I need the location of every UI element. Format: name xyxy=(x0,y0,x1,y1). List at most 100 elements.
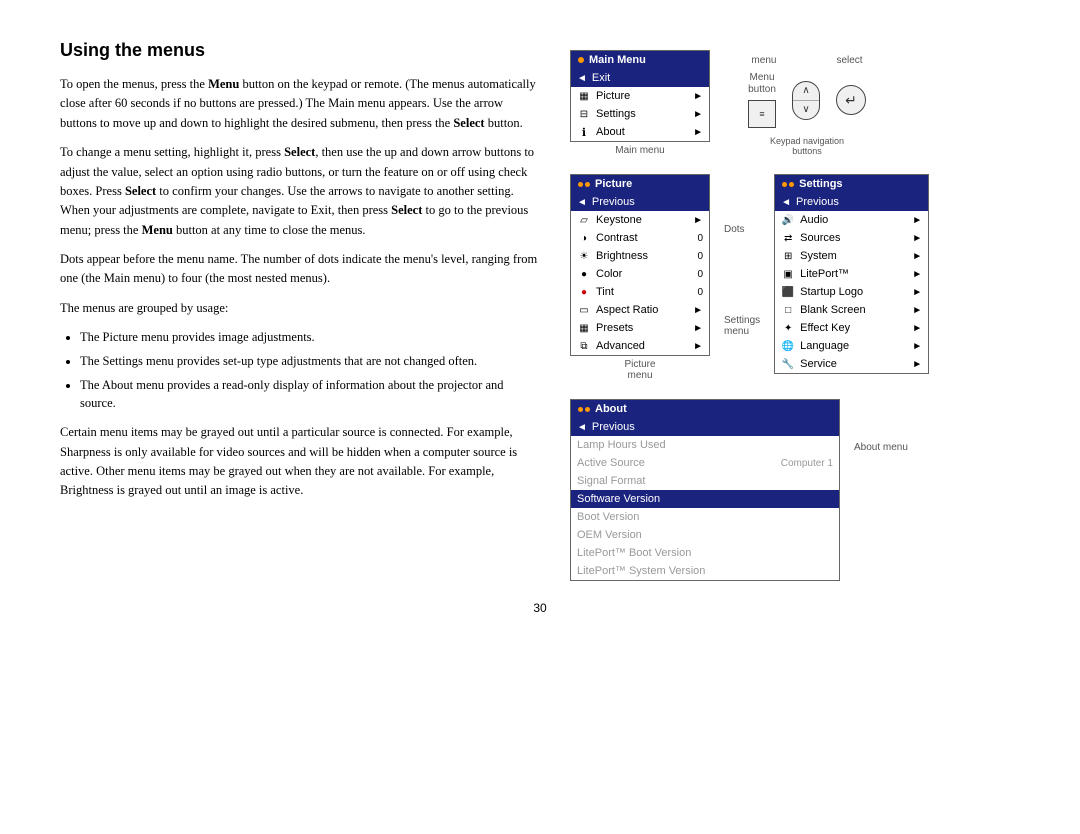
paragraph-4: The menus are grouped by usage: xyxy=(60,299,540,318)
settings-blank[interactable]: □ Blank Screen ► xyxy=(775,301,928,319)
picture-tint[interactable]: ● Tint 0 xyxy=(571,283,709,301)
nav-labels-row: menu select xyxy=(751,55,862,66)
paragraph-2: To change a menu setting, highlight it, … xyxy=(60,143,540,240)
aspect-icon: ▭ xyxy=(577,303,591,317)
menu-item-about[interactable]: ℹ About ► xyxy=(571,123,709,141)
menu-item-exit[interactable]: ◄ Exit xyxy=(571,69,709,87)
settings-dots xyxy=(782,182,794,187)
picture-presets[interactable]: ▦ Presets ► xyxy=(571,319,709,337)
about-software-version[interactable]: Software Version xyxy=(571,490,839,508)
settings-icon: ⊟ xyxy=(577,107,591,121)
settings-prev[interactable]: ◄ Previous xyxy=(775,193,928,211)
liteport-icon: ▣ xyxy=(781,267,795,281)
nav-controls: menu select Menubutton ≡ ∧ ∨ ↵ xyxy=(748,55,866,156)
about-source: Active Source Computer 1 xyxy=(571,454,839,472)
blank-arrow: ► xyxy=(912,305,922,316)
dot-indicator xyxy=(578,57,584,63)
about-liteport-system: LitePort™ System Version xyxy=(571,562,839,580)
settings-startup[interactable]: ⬛ Startup Logo ► xyxy=(775,283,928,301)
about-liteport-boot: LitePort™ Boot Version xyxy=(571,544,839,562)
menu-button[interactable]: ≡ xyxy=(748,100,776,128)
settings-menu-title: Settings xyxy=(799,178,842,190)
select-button[interactable]: ↵ xyxy=(836,85,866,115)
about-prev[interactable]: ◄ Previous xyxy=(571,418,839,436)
settings-menu-label: Settings menu xyxy=(724,315,760,337)
info-icon: ℹ xyxy=(577,125,591,139)
menu-item-picture[interactable]: ▦ Picture ► xyxy=(571,87,709,105)
startup-icon: ⬛ xyxy=(781,285,795,299)
color-icon: ● xyxy=(577,267,591,281)
nav-buttons-row: Menubutton ≡ ∧ ∨ ↵ xyxy=(748,72,866,128)
settings-language[interactable]: 🌐 Language ► xyxy=(775,337,928,355)
list-item-picture: The Picture menu provides image adjustme… xyxy=(80,328,540,347)
picture-menu-box: Picture ◄ Previous ▱ Keystone ► ◑ Contra… xyxy=(570,174,710,356)
about-prev-arrow: ◄ xyxy=(577,422,587,433)
settings-label: Settings xyxy=(596,108,636,120)
dot-1 xyxy=(578,57,584,63)
page-title: Using the menus xyxy=(60,40,540,61)
settings-system[interactable]: ⊞ System ► xyxy=(775,247,928,265)
about-caption-area: About menu xyxy=(854,399,908,453)
settings-audio[interactable]: 🔊 Audio ► xyxy=(775,211,928,229)
about-oem: OEM Version xyxy=(571,526,839,544)
about-signal: Signal Format xyxy=(571,472,839,490)
previous-label: Previous xyxy=(592,196,635,208)
up-button[interactable]: ∧ xyxy=(793,82,819,100)
language-arrow: ► xyxy=(912,341,922,352)
exit-label: Exit xyxy=(592,72,610,84)
keypad-caption: Keypad navigationbuttons xyxy=(770,136,844,156)
effect-icon: ✦ xyxy=(781,321,795,335)
prev-arrow-icon: ◄ xyxy=(577,197,587,208)
main-menu-group: Main Menu ◄ Exit ▦ Picture ► xyxy=(570,50,710,156)
about-label: About xyxy=(596,126,625,138)
usage-list: The Picture menu provides image adjustme… xyxy=(80,328,540,413)
audio-arrow: ► xyxy=(912,215,922,226)
paragraph-5: Certain menu items may be grayed out unt… xyxy=(60,423,540,501)
settings-effect[interactable]: ✦ Effect Key ► xyxy=(775,319,928,337)
arrow-left-icon: ◄ xyxy=(577,73,587,84)
picture-contrast[interactable]: ◑ Contrast 0 xyxy=(571,229,709,247)
picture-icon: ▦ xyxy=(577,89,591,103)
settings-sources[interactable]: ⇄ Sources ► xyxy=(775,229,928,247)
picture-advanced[interactable]: ⧉ Advanced ► xyxy=(571,337,709,355)
settings-liteport[interactable]: ▣ LitePort™ ► xyxy=(775,265,928,283)
about-menu-title: About xyxy=(595,403,627,415)
menu-button-label: menu xyxy=(751,55,776,66)
settings-prev-arrow: ◄ xyxy=(781,197,791,208)
page-layout: Using the menus To open the menus, press… xyxy=(60,40,1020,581)
settings-menu-box: Settings ◄ Previous 🔊 Audio ► ⇄ Sources xyxy=(774,174,929,374)
system-icon: ⊞ xyxy=(781,249,795,263)
down-button[interactable]: ∨ xyxy=(793,101,819,119)
picture-keystone[interactable]: ▱ Keystone ► xyxy=(571,211,709,229)
picture-aspect[interactable]: ▭ Aspect Ratio ► xyxy=(571,301,709,319)
blank-icon: □ xyxy=(781,303,795,317)
up-down-buttons: ∧ ∨ xyxy=(792,81,820,120)
paragraph-1: To open the menus, press the Menu button… xyxy=(60,75,540,133)
settings-service[interactable]: 🔧 Service ► xyxy=(775,355,928,373)
picture-color[interactable]: ● Color 0 xyxy=(571,265,709,283)
advanced-icon: ⧉ xyxy=(577,339,591,353)
about-menu-group: About ◄ Previous Lamp Hours Used Active … xyxy=(570,399,840,581)
top-right-row: Main Menu ◄ Exit ▦ Picture ► xyxy=(570,50,1020,156)
service-arrow: ► xyxy=(912,359,922,370)
menu-item-settings[interactable]: ⊟ Settings ► xyxy=(571,105,709,123)
keystone-arrow: ► xyxy=(693,215,703,226)
about-menu-titlebar: About xyxy=(571,400,839,418)
contrast-icon: ◑ xyxy=(577,231,591,245)
keystone-icon: ▱ xyxy=(577,213,591,227)
effect-arrow: ► xyxy=(912,323,922,334)
about-menu-caption: About menu xyxy=(854,442,908,453)
main-menu-caption: Main menu xyxy=(615,145,664,156)
presets-arrow: ► xyxy=(693,323,703,334)
picture-brightness[interactable]: ☀ Brightness 0 xyxy=(571,247,709,265)
page-number: 30 xyxy=(60,601,1020,615)
audio-icon: 🔊 xyxy=(781,213,795,227)
system-arrow: ► xyxy=(912,251,922,262)
about-menu-box: About ◄ Previous Lamp Hours Used Active … xyxy=(570,399,840,581)
paragraph-3: Dots appear before the menu name. The nu… xyxy=(60,250,540,289)
picture-label: Picture xyxy=(596,90,630,102)
picture-dots xyxy=(578,182,590,187)
settings-menu-group: Settings ◄ Previous 🔊 Audio ► ⇄ Sources xyxy=(774,174,929,374)
startup-arrow: ► xyxy=(912,287,922,298)
picture-prev[interactable]: ◄ Previous xyxy=(571,193,709,211)
